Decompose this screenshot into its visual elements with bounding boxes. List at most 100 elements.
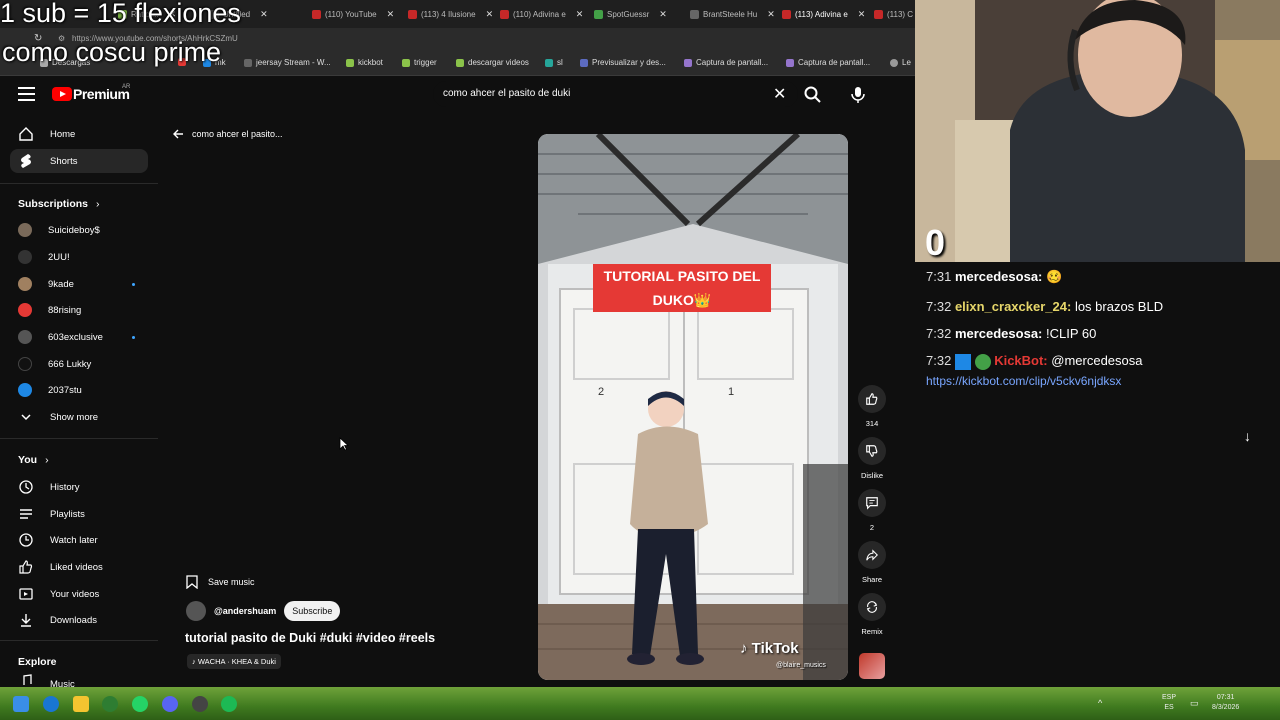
sidebar-item-watch-later[interactable]: Watch later [18,528,98,552]
bookmark[interactable]: descargar videos [456,58,529,67]
browser-tab-active[interactable]: (113) Adivina e ✕ [782,4,865,24]
whatsapp-icon[interactable] [132,696,148,712]
chat-user[interactable]: mercedesosa: [955,269,1042,284]
browser-tab[interactable]: (113) 4 Ilusione ✕ [408,4,493,24]
menu-icon[interactable] [18,87,35,101]
bookmark[interactable]: Captura de pantall... [684,58,768,67]
browser-tab[interactable]: SpotGuessr ✕ [594,4,667,24]
remix-icon [858,593,886,621]
chat-link[interactable]: https://kickbot.com/clip/v5ckv6njdksx [926,374,1121,388]
close-icon[interactable]: ✕ [767,9,775,20]
chat-message: 7:32 KickBot: @mercedesosa [926,353,1143,370]
chat-user[interactable]: elixn_craxcker_24: [955,299,1071,314]
keyboard-code: ES [1164,704,1174,711]
logo-text[interactable]: Premium [73,86,130,102]
save-music-button[interactable]: Save music [186,575,255,589]
you-header[interactable]: You › [18,454,49,466]
sidebar-item-subscription[interactable]: 2UU! [18,245,70,269]
chat-user[interactable]: KickBot: [994,353,1047,368]
page-icon [545,58,553,67]
search-input[interactable]: como ahcer el pasito de duki [443,88,570,99]
clear-search-icon[interactable]: ✕ [773,84,786,104]
windows-start-icon[interactable] [13,696,29,712]
comment-icon [858,489,886,517]
chrome-icon[interactable] [102,696,118,712]
sidebar-item-label: Your videos [50,588,100,600]
sidebar-item-subscription[interactable]: 666 Lukky [18,352,91,376]
youtube-logo-icon[interactable] [52,87,72,101]
chevron-up-icon[interactable]: ^ [1098,698,1102,708]
bookmark[interactable]: jeersay Stream - W... [244,58,331,67]
sidebar-item-subscription[interactable]: 603exclusive [18,325,103,349]
browser-tab[interactable]: (110) Adivina e ✕ [500,4,583,24]
sidebar-item-subscription[interactable]: 88rising [18,298,81,322]
microphone-icon[interactable] [850,85,866,105]
browser-tab[interactable]: (113) C [874,4,913,24]
bookmark[interactable]: trigger [402,58,437,67]
sidebar-item-downloads[interactable]: Downloads [18,608,97,632]
close-icon[interactable]: ✕ [387,9,395,20]
like-button[interactable]: 314 [858,385,886,428]
music-tag[interactable]: ♪ WACHA · KHEA & Duki [187,654,281,669]
chevron-right-icon: › [45,454,49,466]
sidebar-item-shorts[interactable]: Shorts [10,149,148,173]
kickbot-icon [346,58,354,67]
browser-tab[interactable]: (110) YouTube ✕ [312,4,394,24]
history-icon [19,480,33,494]
share-button[interactable]: Share [858,541,886,584]
sidebar-item-your-videos[interactable]: Your videos [18,582,99,606]
remix-label: Remix [861,627,883,636]
sidebar-item-subscription[interactable]: 2037stu [18,378,82,402]
spotify-icon[interactable] [221,696,237,712]
taskbar-clock[interactable]: 07:31 8/3/2026 [1212,693,1239,713]
clock-date: 8/3/2026 [1212,704,1240,711]
remix-button[interactable]: Remix [858,593,886,636]
bookmark[interactable]: sl [545,58,563,67]
channel-name[interactable]: @andershuam [214,606,276,616]
chat-user[interactable]: mercedesosa: [955,326,1042,341]
bookmark-label: Le [902,58,911,67]
sidebar-item-playlists[interactable]: Playlists [18,502,85,526]
webcam-feed [915,0,1280,262]
sidebar-item-subscription[interactable]: Suicideboy$ [18,218,100,242]
chat-text: !CLIP 60 [1046,326,1097,341]
edge-icon[interactable] [43,696,59,712]
bookmark[interactable]: kickbot [346,58,383,67]
sidebar-item-home[interactable]: Home [18,122,75,146]
obs-icon[interactable] [192,696,208,712]
badge-icon [954,353,971,370]
bookmark-label: jeersay Stream - W... [256,58,331,67]
browser-tab[interactable]: BrantSteele Hu ✕ [690,4,775,24]
bookmark[interactable]: Le [890,58,911,67]
channel-avatar[interactable] [186,601,206,621]
sidebar-item-history[interactable]: History [18,475,80,499]
close-icon[interactable]: ✕ [858,9,866,20]
chat-time: 7:31 [926,269,952,284]
network-icon[interactable]: ▭ [1190,698,1199,709]
bookmark[interactable]: Previsualizar y des... [580,58,666,67]
subscribe-button[interactable]: Subscribe [284,601,341,621]
dislike-button[interactable]: Dislike [858,437,886,480]
show-more-button[interactable]: Show more [18,405,98,429]
sidebar-item-liked-videos[interactable]: Liked videos [18,555,103,579]
close-icon[interactable]: ✕ [576,9,584,20]
music-thumbnail[interactable] [859,653,885,679]
arrow-down-icon[interactable]: ↓ [1244,428,1251,444]
youtube-favicon-icon [408,9,417,19]
search-icon[interactable] [803,85,823,105]
file-explorer-icon[interactable] [73,696,89,712]
bookmark[interactable]: Captura de pantall... [786,58,870,67]
back-to-results[interactable]: como ahcer el pasito... [172,128,283,140]
chat-text: @mercedesosa [1051,353,1143,368]
language-indicator[interactable]: ESP ES [1162,693,1176,713]
close-icon[interactable]: ✕ [486,9,494,20]
sidebar-item-subscription[interactable]: 9kade [18,272,74,296]
sidebar-item-music[interactable]: Music [18,673,75,687]
discord-icon[interactable] [162,696,178,712]
comments-button[interactable]: 2 [858,489,886,532]
subscriptions-header[interactable]: Subscriptions › [18,198,100,210]
close-icon[interactable]: ✕ [659,9,667,20]
close-icon[interactable]: ✕ [260,9,268,20]
youtube-favicon-icon [874,9,883,19]
short-video-player[interactable]: 2 1 ♪ TikTok @blaire_musics [538,134,848,680]
